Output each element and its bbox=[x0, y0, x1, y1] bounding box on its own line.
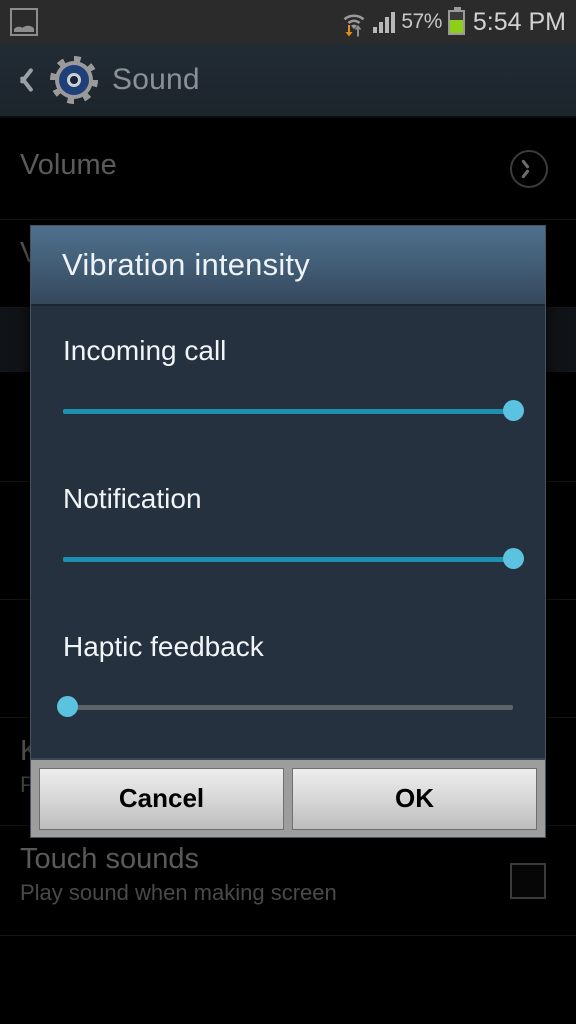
battery-percent-label: 57% bbox=[401, 10, 442, 33]
dialog-button-bar: Cancel OK bbox=[31, 758, 545, 837]
status-bar-notifications bbox=[0, 8, 38, 36]
cellular-signal-icon bbox=[373, 11, 396, 33]
slider-haptic-feedback[interactable] bbox=[57, 696, 513, 718]
list-item-touch-sounds[interactable]: Touch sounds Play sound when making scre… bbox=[0, 826, 576, 936]
slider-incoming-call[interactable] bbox=[63, 400, 524, 422]
dialog-body: Incoming call Notification Haptic feedba… bbox=[31, 306, 545, 760]
dialog-title: Vibration intensity bbox=[62, 247, 310, 282]
back-chevron-icon[interactable] bbox=[10, 63, 36, 97]
status-bar-system: 57% 5:54 PM bbox=[341, 6, 576, 37]
slider-track bbox=[63, 705, 513, 710]
list-item-volume[interactable]: Volume bbox=[0, 118, 576, 220]
chevron-right-circle-icon[interactable] bbox=[510, 149, 548, 188]
slider-label: Haptic feedback bbox=[63, 631, 264, 662]
phone-screen: 57% 5:54 PM Sound Volume Vibration inten… bbox=[0, 0, 576, 1024]
wifi-icon bbox=[341, 9, 367, 37]
settings-gear-icon bbox=[50, 56, 98, 104]
slider-fill bbox=[63, 409, 513, 414]
ok-button[interactable]: OK bbox=[292, 767, 537, 830]
clock-label: 5:54 PM bbox=[472, 7, 566, 36]
slider-thumb[interactable] bbox=[503, 548, 524, 569]
list-item-title: Volume bbox=[20, 149, 117, 181]
slider-thumb[interactable] bbox=[503, 400, 524, 421]
dialog-header: Vibration intensity bbox=[31, 226, 545, 306]
vibration-intensity-dialog: Vibration intensity Incoming call Notifi… bbox=[30, 225, 546, 838]
data-transfer-arrows-icon bbox=[345, 25, 362, 37]
list-item-title: Touch sounds bbox=[20, 843, 199, 875]
checkbox-touch-sounds[interactable] bbox=[510, 862, 546, 899]
slider-group-notification: Notification bbox=[31, 480, 545, 570]
status-bar: 57% 5:54 PM bbox=[0, 0, 576, 44]
list-item-subtitle: Play sound when making screen bbox=[20, 880, 337, 905]
slider-fill bbox=[63, 557, 513, 562]
slider-group-haptic-feedback: Haptic feedback bbox=[31, 628, 545, 718]
slider-notification[interactable] bbox=[63, 548, 524, 570]
action-bar: Sound bbox=[0, 44, 576, 118]
slider-label: Incoming call bbox=[63, 335, 227, 366]
slider-label: Notification bbox=[63, 483, 202, 514]
battery-icon bbox=[447, 6, 465, 35]
slider-thumb[interactable] bbox=[57, 696, 78, 717]
image-icon bbox=[10, 8, 38, 36]
cancel-button[interactable]: Cancel bbox=[39, 767, 284, 830]
slider-group-incoming-call: Incoming call bbox=[31, 332, 545, 422]
page-title: Sound bbox=[112, 63, 200, 96]
